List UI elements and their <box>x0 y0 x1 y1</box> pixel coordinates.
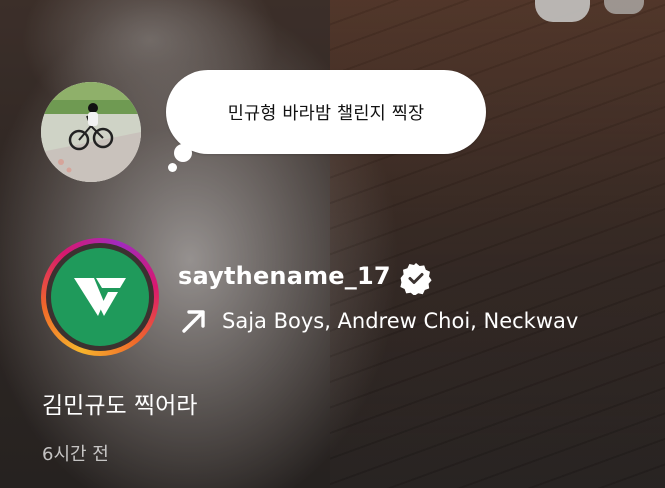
post-caption: 김민규도 찍어라 <box>42 393 198 419</box>
note-bubble-tail <box>168 163 177 172</box>
note-text: 민규형 바라밤 챌린지 찍장 <box>227 103 425 124</box>
verified-badge-icon <box>400 263 432 295</box>
account-avatar[interactable] <box>51 248 149 346</box>
cyclist-photo <box>41 82 141 182</box>
post-timestamp: 6시간 전 <box>42 444 109 465</box>
arrow-up-right-icon <box>182 310 205 333</box>
note-author-avatar[interactable] <box>41 82 141 182</box>
audio-attribution[interactable]: Saja Boys, Andrew Choi, Neckwav <box>178 304 582 338</box>
svt-logo-icon <box>74 278 126 316</box>
account-username[interactable]: saythename_17 <box>178 262 391 290</box>
note-bubble[interactable]: 민규형 바라밤 챌린지 찍장 <box>166 70 486 172</box>
audio-text: Saja Boys, Andrew Choi, Neckwav <box>222 309 579 333</box>
